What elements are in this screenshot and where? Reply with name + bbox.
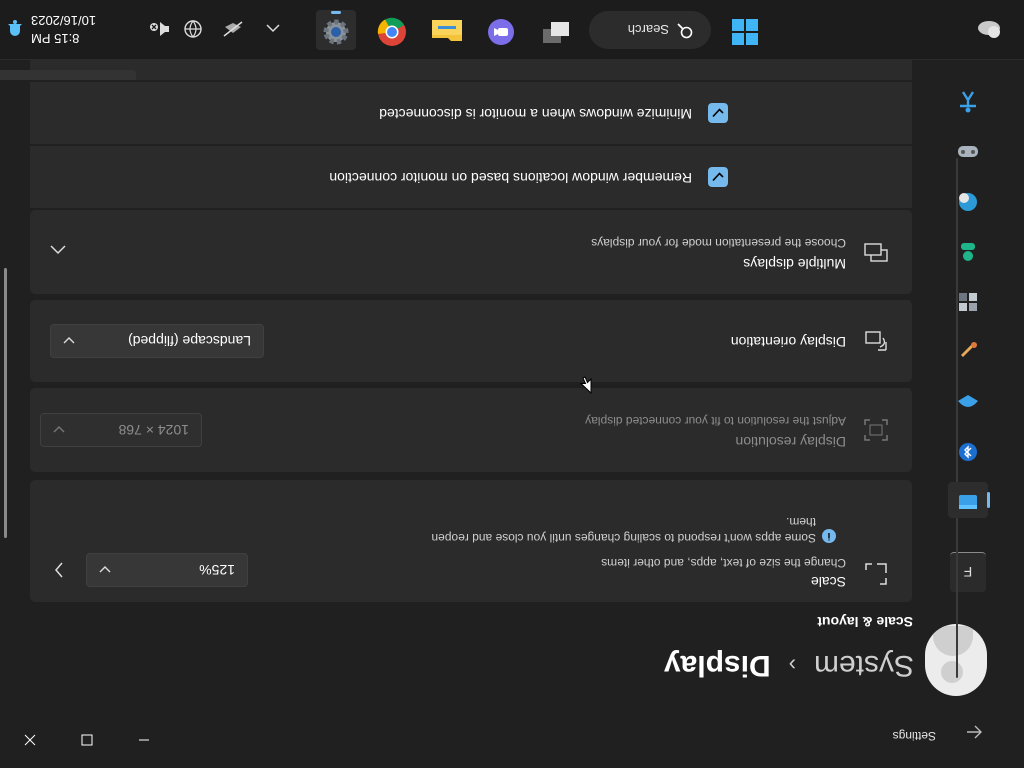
settings-button[interactable] (316, 10, 356, 50)
start-icon (731, 14, 759, 47)
start-button[interactable] (725, 10, 765, 50)
teams-chat-button[interactable] (481, 10, 521, 50)
minimize-button[interactable] (124, 720, 164, 760)
scale-card[interactable]: Scale Change the size of text, apps, and… (30, 480, 912, 602)
back-arrow-icon[interactable] (962, 720, 986, 744)
scale-dropdown[interactable]: 125% (86, 553, 248, 587)
resolution-value: 1024 × 768 (118, 422, 189, 438)
task-view-button[interactable] (536, 10, 576, 50)
chevron-up-icon[interactable] (50, 240, 66, 258)
remember-windows-row[interactable]: Remember window locations based on monit… (30, 146, 912, 208)
apps-icon (958, 288, 978, 313)
settings-icon (322, 14, 350, 47)
resolution-dropdown: 1024 × 768 (40, 413, 202, 447)
teams-chat-icon (487, 14, 515, 47)
multiple-displays-label: Multiple displays (743, 256, 846, 272)
accessibility-icon (958, 87, 978, 114)
vpn-off-icon[interactable] (222, 18, 244, 40)
nav-item-time-language[interactable] (948, 182, 988, 218)
nav-item-apps[interactable] (948, 282, 988, 318)
maximize-button[interactable] (67, 720, 107, 760)
chevron-right-icon[interactable] (54, 557, 64, 578)
taskbar-clock[interactable]: 8:15 PM 10/16/2023 (31, 11, 111, 47)
nav-item-gaming[interactable] (948, 132, 988, 168)
scale-label: Scale (810, 574, 846, 590)
time-language-icon (958, 188, 978, 213)
info-icon: i (822, 529, 836, 543)
active-indicator (331, 11, 341, 14)
personalization-icon (958, 338, 978, 363)
page-title: Display (663, 649, 771, 682)
minimize-windows-row[interactable]: Minimize windows when a monitor is disco… (30, 82, 912, 144)
title-bar: Settings (0, 725, 1024, 768)
multiple-displays-icon (862, 238, 890, 266)
nav-item-network[interactable] (948, 382, 988, 418)
resolution-description: Adjust the resolution to fit your connec… (585, 414, 846, 428)
file-explorer-icon (431, 15, 463, 46)
orientation-card[interactable]: Display orientation Landscape (flipped) (30, 300, 912, 382)
search-label: Search (627, 22, 669, 38)
clock-time: 8:15 PM (31, 31, 80, 46)
chevron-up-icon[interactable] (262, 18, 284, 40)
minimize-windows-checkbox[interactable] (708, 103, 728, 123)
scale-resize-icon (862, 560, 890, 588)
scale-value: 125% (199, 562, 235, 578)
weather-widget[interactable] (970, 10, 1010, 50)
chevron-down-icon (53, 422, 65, 438)
next-row-partial (0, 60, 912, 80)
multiple-displays-description: Choose the presentation mode for your di… (591, 236, 846, 250)
resolution-icon (862, 416, 890, 444)
section-title-scale-layout: Scale & layout (817, 614, 913, 630)
close-button[interactable] (10, 720, 50, 760)
breadcrumb-system[interactable]: System (814, 648, 914, 682)
app-title: Settings (892, 729, 936, 743)
remember-windows-label: Remember window locations based on monit… (329, 170, 692, 186)
accounts-icon (958, 238, 978, 263)
nav-item-system[interactable] (948, 482, 988, 518)
network-globe-icon[interactable] (182, 18, 204, 40)
minimize-windows-label: Minimize windows when a monitor is disco… (379, 106, 692, 122)
mouse-cursor-icon (579, 371, 592, 395)
notification-bell-icon[interactable] (4, 18, 26, 40)
remember-windows-checkbox[interactable] (708, 167, 728, 187)
chevron-down-icon (63, 333, 75, 349)
gaming-icon (957, 140, 979, 161)
file-explorer-button[interactable] (427, 10, 467, 50)
system-icon (958, 490, 978, 511)
speaker-muted-icon[interactable] (149, 18, 171, 40)
scale-info-line2: them. (785, 515, 816, 529)
screen: Settings F System › Display Scale & layo… (0, 0, 1024, 768)
task-view-icon (541, 16, 571, 45)
resolution-label: Display resolution (735, 434, 847, 450)
orientation-dropdown[interactable]: Landscape (flipped) (50, 324, 264, 358)
nav-item-accounts[interactable] (948, 232, 988, 268)
clock-date: 10/16/2023 (31, 13, 97, 28)
network-icon (957, 390, 979, 411)
multiple-displays-card[interactable]: Multiple displays Choose the presentatio… (30, 210, 912, 294)
scale-info-line1: Some apps won't respond to scaling chang… (431, 531, 816, 545)
nav-item-personalization[interactable] (948, 332, 988, 368)
nav-item-bluetooth[interactable] (948, 432, 988, 468)
taskbar: Search 8:15 PM 10/16/2023 (0, 0, 1024, 60)
search-icon (677, 21, 693, 40)
orientation-icon (862, 327, 890, 355)
resolution-card: Display resolution Adjust the resolution… (30, 388, 912, 472)
breadcrumb-separator: › (788, 653, 796, 678)
nav-item-accessibility[interactable] (948, 82, 988, 118)
scale-description: Change the size of text, apps, and other… (601, 556, 846, 570)
taskbar-search[interactable]: Search (589, 11, 711, 49)
content-scrollbar[interactable] (4, 268, 7, 538)
orientation-value: Landscape (flipped) (128, 333, 251, 349)
breadcrumb: System › Display (664, 642, 914, 688)
chevron-down-icon (99, 562, 111, 578)
chrome-icon (377, 13, 407, 48)
orientation-label: Display orientation (730, 334, 846, 350)
chrome-button[interactable] (372, 10, 412, 50)
bluetooth-icon (958, 438, 978, 463)
